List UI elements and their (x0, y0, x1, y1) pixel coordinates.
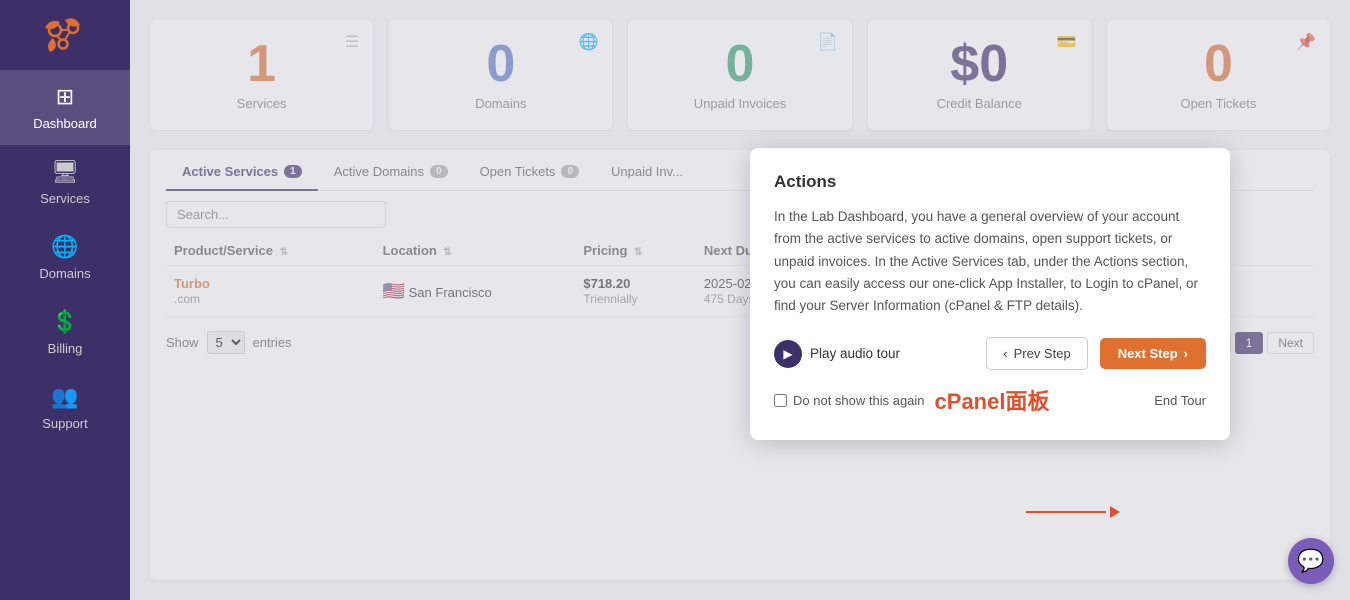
sidebar-item-label: Dashboard (33, 116, 97, 131)
sidebar-item-label: Services (40, 191, 90, 206)
modal-footer2: Do not show this again cPanel面板 End Tour (774, 384, 1206, 416)
no-show-checkbox-wrapper[interactable]: Do not show this again (774, 393, 925, 408)
next-step-label: Next Step (1118, 346, 1178, 361)
modal-body: In the Lab Dashboard, you have a general… (774, 206, 1206, 317)
play-label: Play audio tour (810, 346, 900, 361)
no-show-checkbox[interactable] (774, 394, 787, 407)
prev-step-button[interactable]: ‹ Prev Step (986, 337, 1087, 370)
actions-modal: Actions In the Lab Dashboard, you have a… (750, 148, 1230, 440)
prev-chevron-icon: ‹ (1003, 346, 1007, 361)
domains-icon: 🌐 (51, 234, 78, 260)
arrow-annotation (1026, 506, 1120, 518)
play-audio-tour-button[interactable]: ▶ Play audio tour (774, 340, 974, 368)
arrow-head (1110, 506, 1120, 518)
prev-step-label: Prev Step (1014, 346, 1071, 361)
sidebar-item-label: Support (42, 416, 88, 431)
sidebar-item-domains[interactable]: 🌐 Domains (0, 220, 130, 295)
sidebar-item-dashboard[interactable]: ⊞ Dashboard (0, 70, 130, 145)
sidebar-item-support[interactable]: 👥 Support (0, 370, 130, 445)
modal-footer: ▶ Play audio tour ‹ Prev Step Next Step … (774, 337, 1206, 370)
play-icon: ▶ (774, 340, 802, 368)
next-chevron-icon: › (1184, 346, 1188, 361)
chat-icon: 💬 (1297, 548, 1324, 574)
sidebar-item-billing[interactable]: 💲 Billing (0, 295, 130, 370)
sidebar-item-services[interactable]: 🖥 Services (0, 145, 130, 220)
modal-title: Actions (774, 172, 1206, 192)
cpanel-annotation-text: cPanel面板 (935, 384, 1050, 416)
no-show-label: Do not show this again (793, 393, 925, 408)
arrow-line (1026, 511, 1106, 513)
sidebar: ⊞ Dashboard 🖥 Services 🌐 Domains 💲 Billi… (0, 0, 130, 600)
main-content: ☰ 1 Services 🌐 0 Domains 📄 0 Unpaid Invo… (130, 0, 1350, 600)
next-step-button[interactable]: Next Step › (1100, 338, 1206, 369)
sidebar-item-label: Domains (39, 266, 90, 281)
support-icon: 👥 (51, 384, 78, 410)
billing-icon: 💲 (51, 309, 78, 335)
chat-bubble-button[interactable]: 💬 (1288, 538, 1334, 584)
logo (35, 10, 95, 60)
dashboard-icon: ⊞ (56, 84, 74, 110)
services-icon: 🖥 (51, 159, 79, 185)
sidebar-item-label: Billing (48, 341, 83, 356)
end-tour-button[interactable]: End Tour (1154, 393, 1206, 408)
